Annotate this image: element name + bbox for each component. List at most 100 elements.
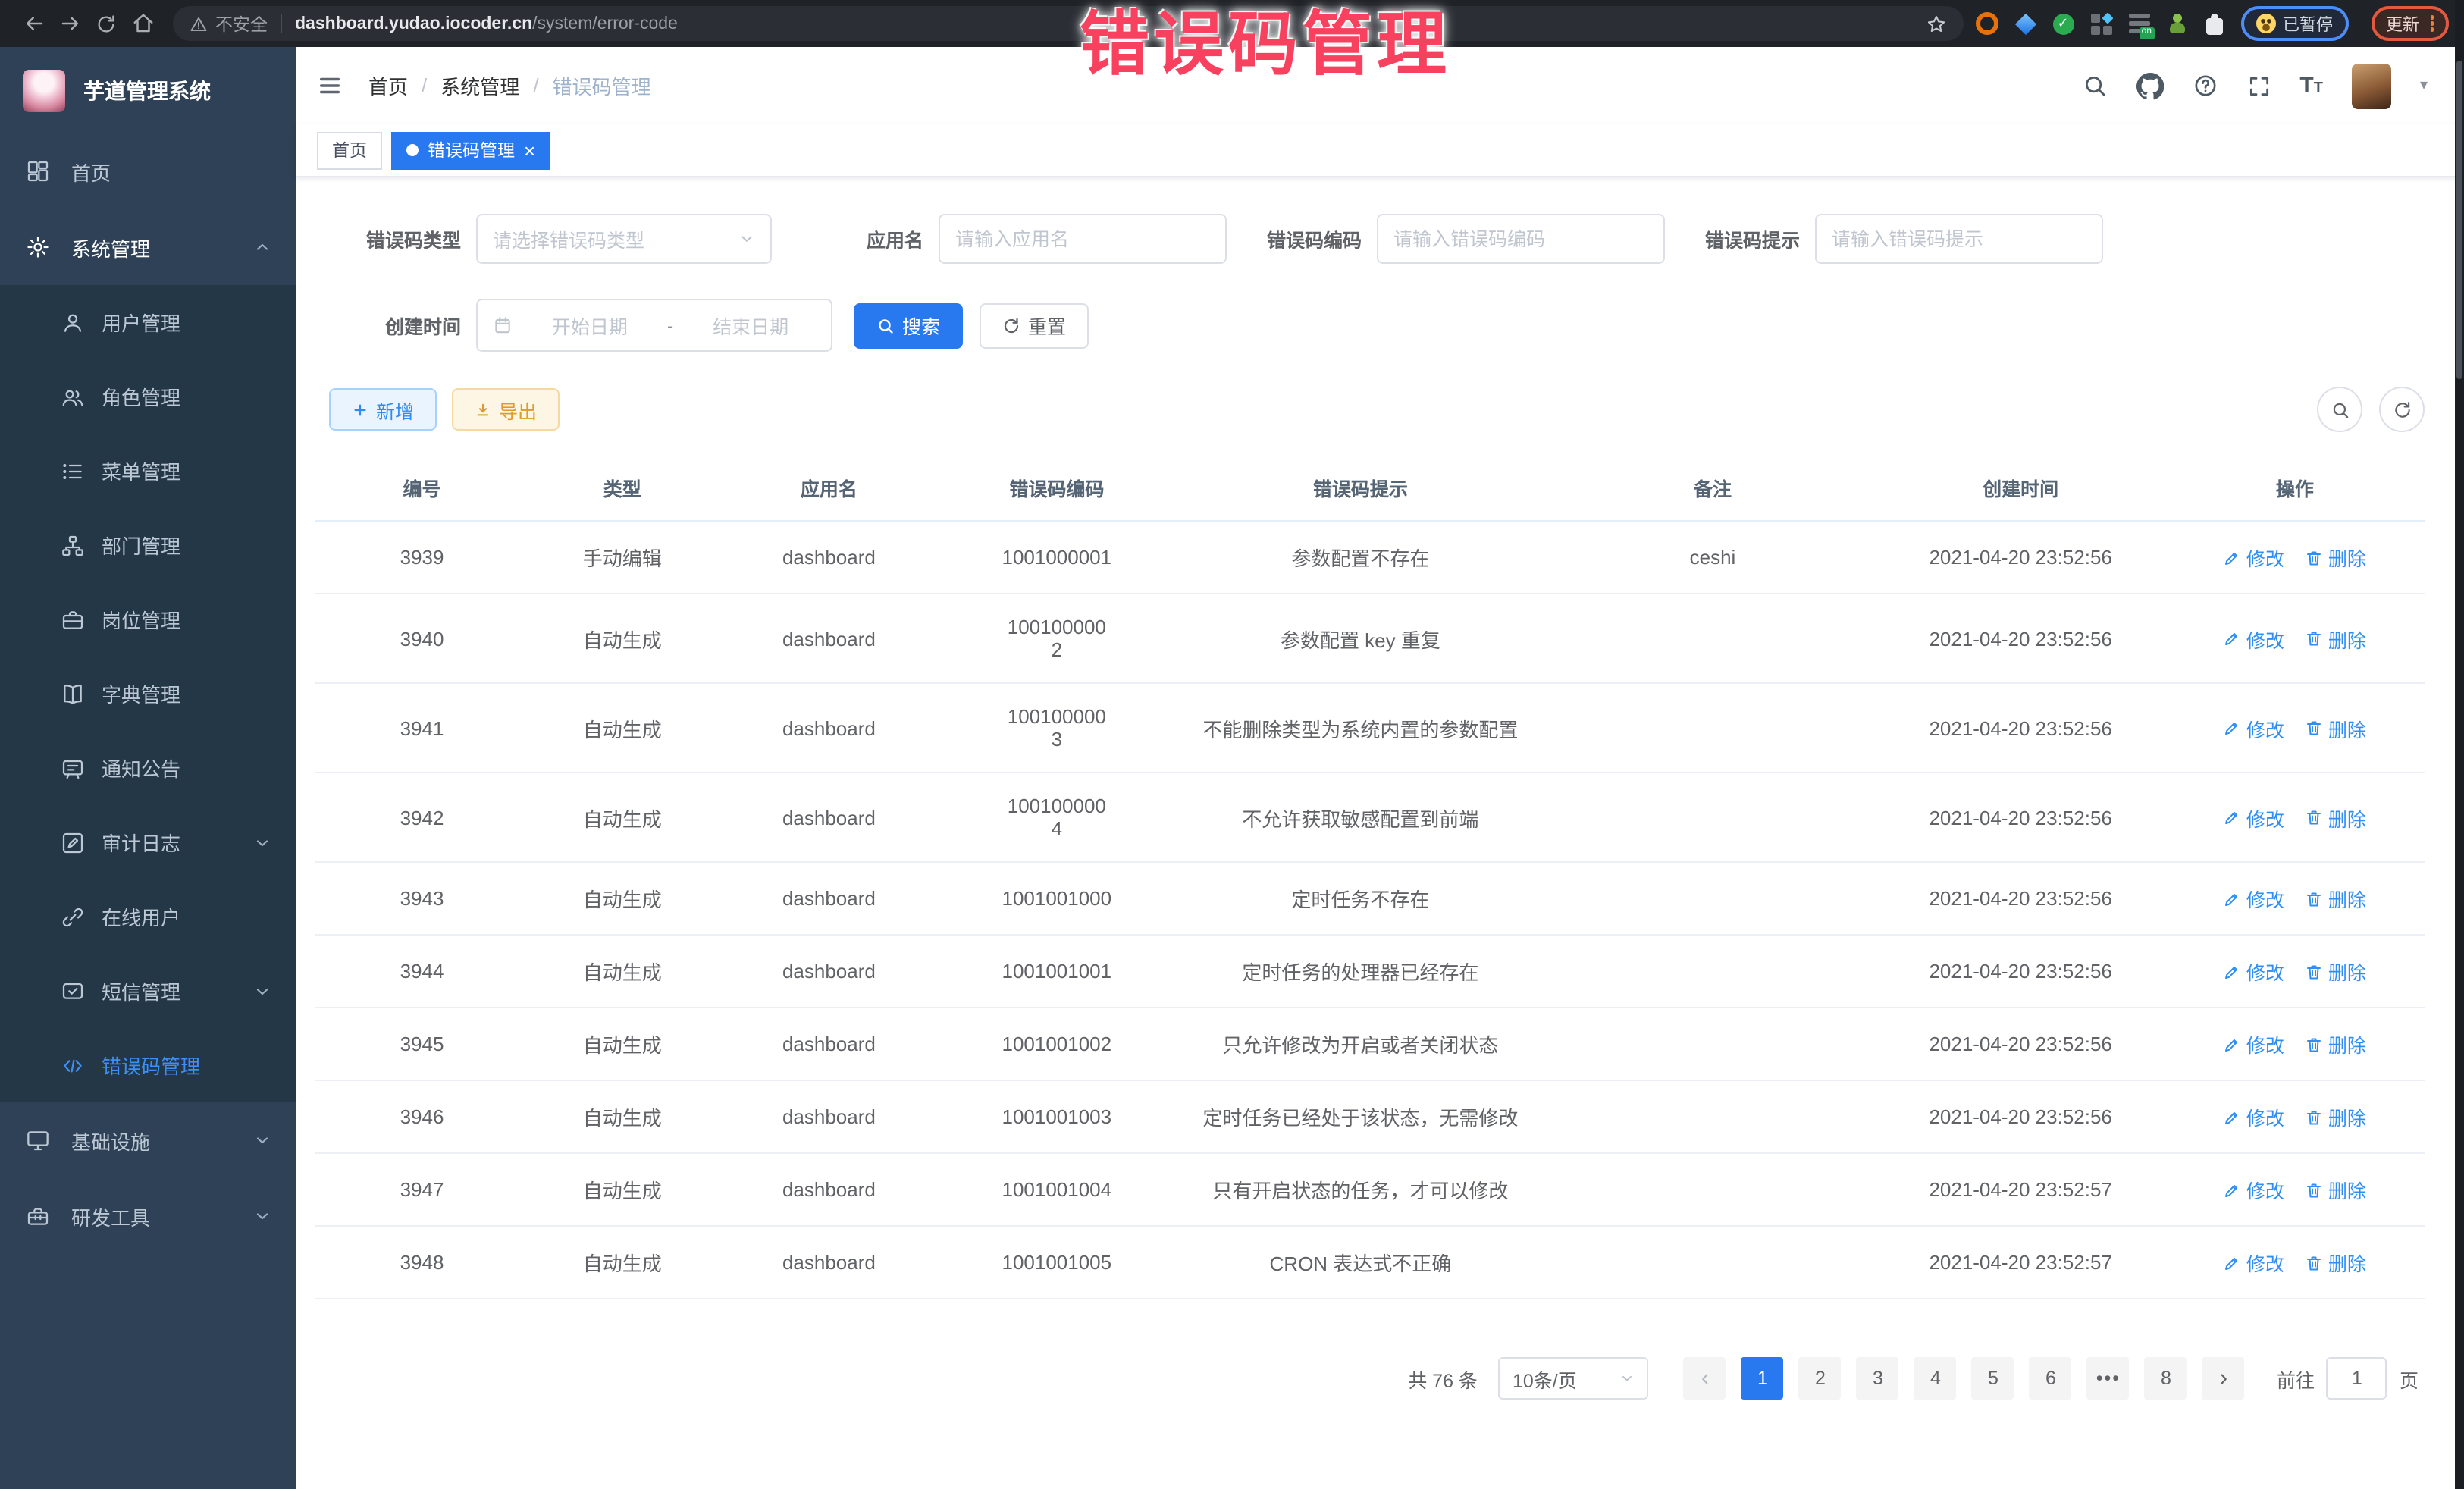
- extension-orange-icon[interactable]: [1975, 11, 1999, 36]
- extension-list-icon[interactable]: on: [2127, 11, 2151, 36]
- address-bar[interactable]: 不安全 dashboard.yudao.iocoder.cn /system/e…: [173, 6, 1963, 41]
- edit-link[interactable]: 修改: [2224, 713, 2284, 742]
- user-avatar[interactable]: [2352, 63, 2391, 108]
- breadcrumb-item[interactable]: 系统管理: [440, 71, 519, 100]
- error-code-input[interactable]: [1377, 214, 1665, 264]
- page-button-5[interactable]: 5: [1972, 1357, 2014, 1400]
- edit-link[interactable]: 修改: [2224, 543, 2284, 572]
- page-button-8[interactable]: 8: [2145, 1357, 2187, 1400]
- extension-person-icon[interactable]: [2165, 11, 2189, 36]
- delete-link[interactable]: 删除: [2306, 624, 2366, 653]
- error-type-select[interactable]: 请选择错误码类型: [476, 214, 772, 264]
- sidebar-item-audit-log[interactable]: 审计日志: [0, 805, 296, 879]
- cell-actions: 修改删除: [2165, 1226, 2425, 1299]
- close-icon[interactable]: ×: [524, 140, 535, 160]
- start-date-placeholder[interactable]: 开始日期: [525, 311, 655, 340]
- sidebar-item-dept-management[interactable]: 部门管理: [0, 508, 296, 582]
- reload-icon[interactable]: [88, 5, 124, 42]
- cell-app: dashboard: [716, 935, 942, 1008]
- delete-link[interactable]: 删除: [2306, 713, 2366, 742]
- page-scrollbar[interactable]: [2455, 0, 2464, 1489]
- prev-page-button[interactable]: [1684, 1357, 1726, 1400]
- app-name-input[interactable]: [939, 214, 1227, 264]
- delete-link[interactable]: 删除: [2306, 803, 2366, 832]
- sidebar-item-sms-management[interactable]: 短信管理: [0, 954, 296, 1028]
- delete-link[interactable]: 删除: [2306, 1102, 2366, 1131]
- page-button-2[interactable]: 2: [1799, 1357, 1842, 1400]
- next-page-button[interactable]: [2202, 1357, 2245, 1400]
- sidebar-item-post-management[interactable]: 岗位管理: [0, 582, 296, 657]
- more-pages-button[interactable]: •••: [2087, 1357, 2130, 1400]
- delete-link[interactable]: 删除: [2306, 1248, 2366, 1277]
- extension-check-icon[interactable]: ✓: [2051, 11, 2075, 36]
- fullscreen-icon[interactable]: [2246, 74, 2271, 98]
- export-button[interactable]: 导出: [452, 388, 560, 431]
- forward-icon[interactable]: [52, 5, 88, 42]
- end-date-placeholder[interactable]: 结束日期: [685, 311, 816, 340]
- reset-button[interactable]: 重置: [980, 303, 1089, 348]
- delete-link[interactable]: 删除: [2306, 957, 2366, 986]
- sidebar-item-system-management[interactable]: 系统管理: [0, 209, 296, 285]
- column-header: 编号: [315, 455, 528, 521]
- chevron-down-icon[interactable]: ▾: [2420, 77, 2428, 94]
- edit-link[interactable]: 修改: [2224, 624, 2284, 653]
- menu-dots-icon[interactable]: [2430, 16, 2434, 32]
- app-logo[interactable]: 芋道管理系统: [0, 47, 296, 133]
- extension-gem-icon[interactable]: [2013, 11, 2037, 36]
- security-label[interactable]: 不安全: [215, 11, 268, 36]
- date-range-picker[interactable]: 开始日期 - 结束日期: [476, 299, 832, 352]
- edit-link[interactable]: 修改: [2224, 803, 2284, 832]
- sidebar-item-menu-management[interactable]: 菜单管理: [0, 434, 296, 508]
- back-icon[interactable]: [15, 5, 52, 42]
- page-button-3[interactable]: 3: [1857, 1357, 1899, 1400]
- sidebar-menu: 首页系统管理用户管理角色管理菜单管理部门管理岗位管理字典管理通知公告审计日志在线…: [0, 133, 296, 1254]
- search-icon[interactable]: [2081, 73, 2107, 99]
- sidebar-item-dict-management[interactable]: 字典管理: [0, 657, 296, 731]
- page-button-1[interactable]: 1: [1741, 1357, 1784, 1400]
- extension-puzzle-icon[interactable]: [2202, 11, 2227, 36]
- sidebar-item-notice-announcement[interactable]: 通知公告: [0, 731, 296, 805]
- tab-home[interactable]: 首页: [317, 131, 382, 169]
- edit-link[interactable]: 修改: [2224, 1030, 2284, 1058]
- sidebar-item-error-code-management[interactable]: 错误码管理: [0, 1028, 296, 1102]
- goto-page-input[interactable]: [2327, 1357, 2387, 1400]
- chevron-down-icon: [1620, 1371, 1635, 1386]
- bookmark-star-icon[interactable]: [1925, 13, 1946, 34]
- delete-link[interactable]: 删除: [2306, 1175, 2366, 1204]
- edit-link[interactable]: 修改: [2224, 884, 2284, 913]
- sidebar-item-online-users[interactable]: 在线用户: [0, 879, 296, 954]
- page-button-4[interactable]: 4: [1914, 1357, 1957, 1400]
- breadcrumb-item[interactable]: 首页: [368, 71, 408, 100]
- breadcrumb-item[interactable]: 错误码管理: [553, 71, 651, 100]
- scrollbar-thumb[interactable]: [2456, 61, 2462, 379]
- delete-link[interactable]: 删除: [2306, 543, 2366, 572]
- delete-link[interactable]: 删除: [2306, 884, 2366, 913]
- delete-link[interactable]: 删除: [2306, 1030, 2366, 1058]
- show-search-icon[interactable]: [2317, 387, 2362, 432]
- home-icon[interactable]: [124, 5, 161, 42]
- page-button-6[interactable]: 6: [2030, 1357, 2072, 1400]
- tab-error-code-management[interactable]: 错误码管理×: [391, 131, 550, 169]
- extension-grid-icon[interactable]: [2089, 11, 2113, 36]
- hamburger-icon[interactable]: [317, 73, 343, 99]
- search-button[interactable]: 搜索: [854, 303, 963, 348]
- edit-link[interactable]: 修改: [2224, 957, 2284, 986]
- sidebar-item-infrastructure[interactable]: 基础设施: [0, 1102, 296, 1178]
- github-icon[interactable]: [2136, 72, 2163, 99]
- refresh-icon[interactable]: [2379, 387, 2425, 432]
- edit-link[interactable]: 修改: [2224, 1102, 2284, 1131]
- error-hint-input[interactable]: [1815, 214, 2103, 264]
- font-size-icon[interactable]: TT: [2299, 74, 2323, 97]
- edit-link[interactable]: 修改: [2224, 1248, 2284, 1277]
- sidebar-item-home[interactable]: 首页: [0, 133, 296, 209]
- sidebar-item-user-management[interactable]: 用户管理: [0, 285, 296, 359]
- profile-paused-chip[interactable]: 已暂停: [2240, 6, 2348, 41]
- help-icon[interactable]: [2192, 73, 2218, 99]
- add-button[interactable]: 新增: [329, 388, 437, 431]
- browser-update-button[interactable]: 更新: [2371, 6, 2449, 41]
- edit-link[interactable]: 修改: [2224, 1175, 2284, 1204]
- sidebar-item-role-management[interactable]: 角色管理: [0, 359, 296, 434]
- sidebar-item-dev-tools[interactable]: 研发工具: [0, 1178, 296, 1254]
- page-size-select[interactable]: 10条/页: [1499, 1357, 1649, 1400]
- cell-remark: [1549, 594, 1876, 683]
